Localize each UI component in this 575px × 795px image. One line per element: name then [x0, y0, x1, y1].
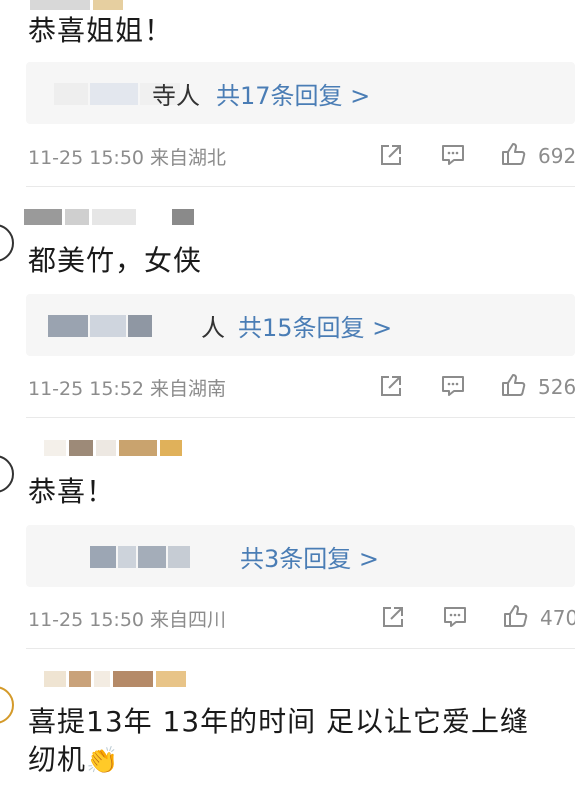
divider — [26, 186, 575, 187]
comment-icon[interactable] — [440, 373, 466, 399]
avatar[interactable] — [0, 224, 14, 262]
comment-icon[interactable] — [440, 142, 466, 168]
like-count: 526 — [538, 375, 575, 399]
avatar[interactable] — [0, 455, 14, 493]
reply-usernames-blurred — [48, 315, 152, 337]
reply-summary[interactable]: 共3条回复 > — [26, 525, 575, 587]
like-count: 692 — [538, 144, 575, 168]
avatar[interactable] — [0, 686, 14, 724]
username-blurred — [30, 0, 123, 10]
reply-count-link[interactable]: 共3条回复 > — [240, 539, 379, 574]
comment-meta: 11-25 15:52 来自湖南 — [28, 378, 227, 400]
reply-count-link[interactable]: 共15条回复 > — [238, 308, 392, 343]
thumbs-up-icon[interactable] — [500, 141, 526, 167]
username-blurred — [44, 671, 186, 687]
comment-text: 恭喜！ — [28, 475, 116, 508]
divider — [26, 417, 575, 418]
comment-meta: 11-25 15:50 来自四川 — [28, 609, 227, 631]
comment-icon[interactable] — [442, 604, 468, 630]
divider — [26, 648, 575, 649]
reply-usernames-blurred — [90, 546, 190, 568]
reply-summary[interactable]: 寺人 共17条回复 > — [26, 62, 575, 124]
username-blurred — [44, 440, 182, 456]
reply-count-link[interactable]: 共17条回复 > — [216, 76, 370, 111]
clapping-hands-icon: 👏 — [86, 746, 120, 776]
like-count: 470 — [540, 606, 575, 630]
reply-tail-text: 人 — [201, 314, 225, 342]
share-icon[interactable] — [380, 604, 406, 630]
comment-text: 都美竹，女侠 — [28, 244, 203, 277]
username-blurred — [24, 209, 194, 225]
share-icon[interactable] — [378, 373, 404, 399]
thumbs-up-icon[interactable] — [502, 603, 528, 629]
reply-summary[interactable]: 人 共15条回复 > — [26, 294, 575, 356]
comment-text: 喜提13年 13年的时间 足以让它爱上缝纫机👏 — [28, 703, 558, 780]
reply-tail-text: 寺人 — [152, 82, 200, 110]
share-icon[interactable] — [378, 142, 404, 168]
thumbs-up-icon[interactable] — [500, 372, 526, 398]
comment-text: 恭喜姐姐！ — [28, 14, 174, 47]
comment-meta: 11-25 15:50 来自湖北 — [28, 147, 227, 169]
